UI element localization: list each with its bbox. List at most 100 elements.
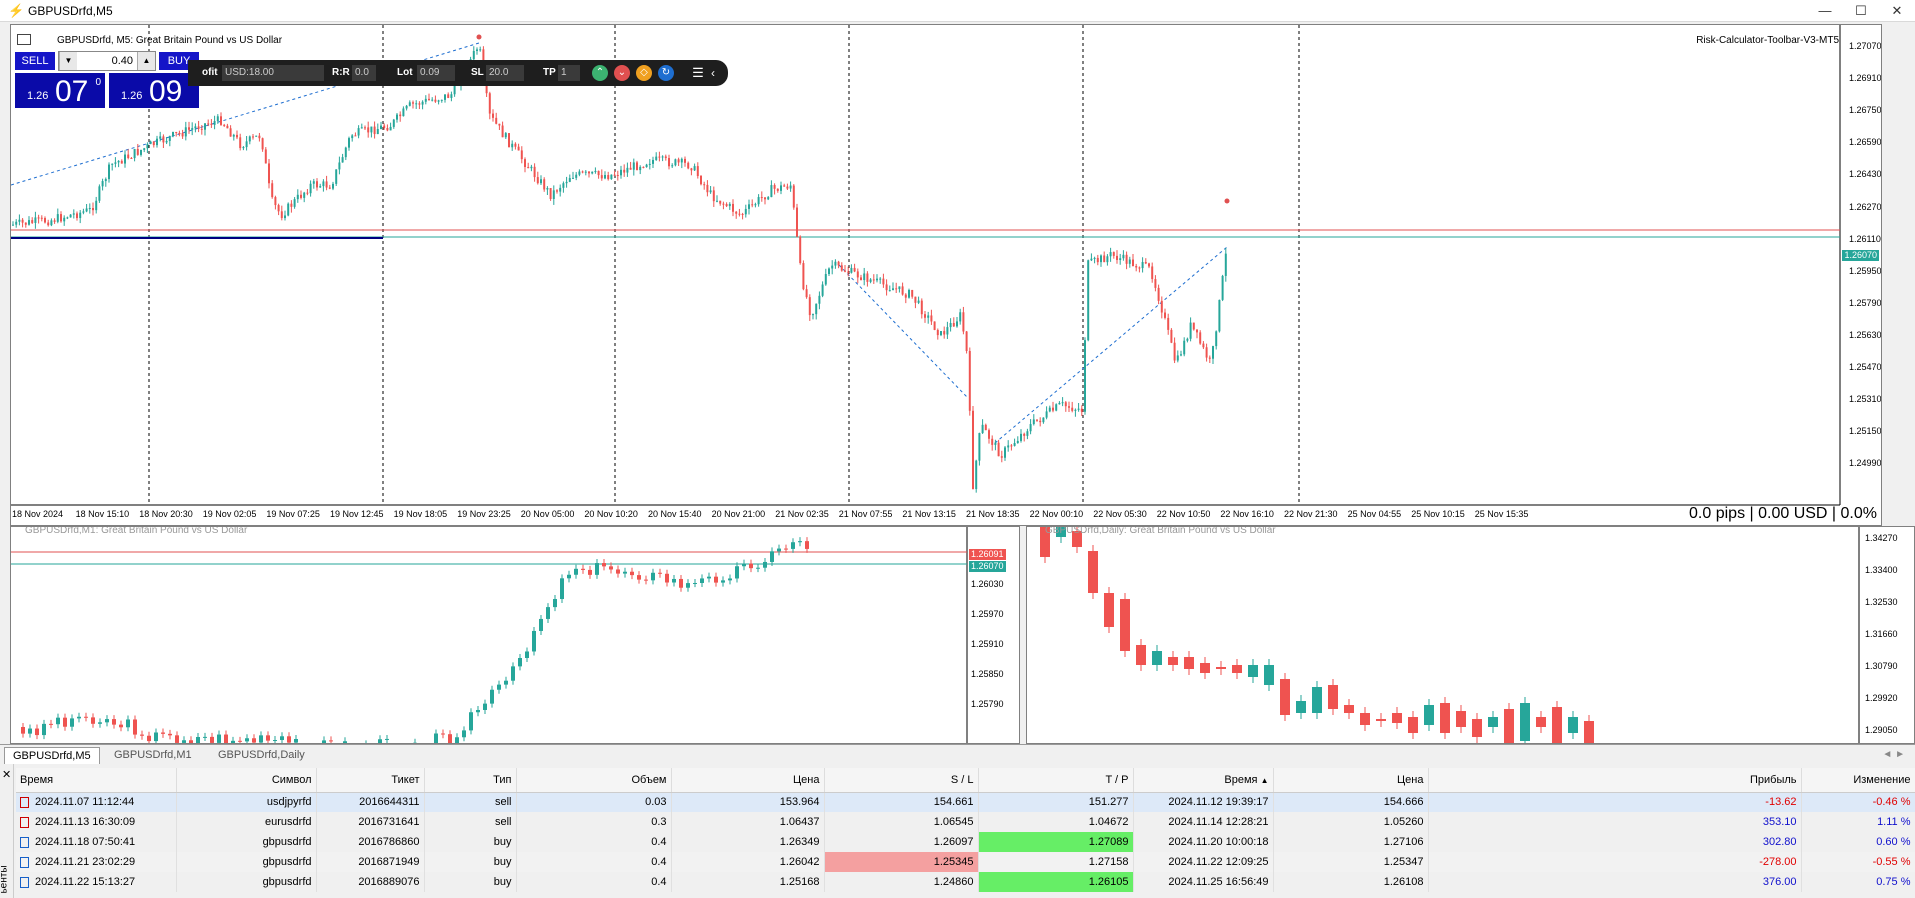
daily-chart-canvas[interactable] — [1027, 527, 1915, 744]
candle-body — [1184, 657, 1194, 669]
candle-body — [196, 737, 200, 743]
candle-body — [1167, 317, 1170, 330]
col-type[interactable]: Тип — [424, 768, 517, 793]
candle-body — [293, 199, 296, 207]
table-row[interactable]: 2024.11.22 15:13:27 gbpusdrfd 2016889076 bu… — [16, 872, 1915, 892]
candle-body — [1164, 312, 1166, 318]
time-axis-label: 25 Nov 04:55 — [1347, 509, 1402, 519]
candle-body — [47, 222, 50, 226]
tp-field[interactable]: 1 — [558, 65, 580, 81]
candle-body — [546, 187, 549, 190]
sell-arrow-icon[interactable]: ⌄ — [614, 65, 630, 81]
sl-field[interactable]: 20.0 — [486, 65, 524, 81]
minimize-button[interactable]: — — [1807, 0, 1843, 22]
rr-field[interactable]: 0.0 — [352, 65, 376, 81]
candle-body — [28, 220, 30, 225]
candle-body — [1122, 254, 1125, 259]
tab-gbpusd-m5[interactable]: GBPUSDrfd,M5 — [4, 747, 100, 764]
col-open-time[interactable]: Время — [16, 768, 177, 793]
candle-body — [764, 197, 766, 200]
cell-change: -0.55 % — [1801, 852, 1915, 872]
table-row[interactable]: 2024.11.18 07:50:41 gbpusdrfd 2016786860 bu… — [16, 832, 1915, 852]
table-row[interactable]: 2024.11.21 23:02:29 gbpusdrfd 2016871949 bu… — [16, 852, 1915, 872]
candle-body — [497, 684, 501, 690]
candle-body — [389, 126, 392, 131]
price-axis-label: 1.31660 — [1865, 629, 1898, 639]
candle-body — [335, 169, 338, 184]
tabs-scroll-arrows[interactable]: ◄ ► — [1882, 749, 1905, 760]
candle-body — [1168, 657, 1178, 665]
candle-body — [1200, 663, 1210, 673]
candle-body — [721, 580, 725, 583]
sell-button[interactable]: SELL — [14, 51, 56, 71]
table-row[interactable]: 2024.11.13 16:30:09 eurusdrfd 2016731641 se… — [16, 812, 1915, 832]
candle-body — [742, 563, 746, 567]
candle-body — [108, 164, 110, 180]
candle-body — [472, 50, 475, 60]
chevron-left-icon[interactable]: ‹ — [711, 65, 723, 81]
hamburger-icon[interactable]: ☰ — [690, 65, 706, 81]
candle-body — [895, 288, 898, 290]
table-row[interactable]: 2024.11.07 11:12:44 usdjpyrfd 2016644311 se… — [16, 792, 1915, 812]
candle-body — [637, 575, 641, 580]
candle-body — [828, 268, 830, 275]
candle-body — [476, 49, 478, 51]
col-price[interactable]: Цена — [671, 768, 825, 793]
candle-body — [1071, 407, 1074, 411]
main-chart-m5[interactable]: GBPUSDrfd, M5: Great Britain Pound vs US… — [10, 24, 1882, 526]
tab-gbpusd-m1[interactable]: GBPUSDrfd,M1 — [106, 747, 200, 764]
lot-field[interactable]: 0.09 — [417, 65, 455, 81]
candle-body — [1224, 253, 1227, 276]
m1-chart[interactable]: GBPUSDrfd,M1: Great Britain Pound vs US … — [10, 526, 1020, 744]
m1-chart-canvas[interactable] — [11, 527, 1020, 744]
candle-body — [271, 183, 274, 198]
time-axis-label: 19 Nov 23:25 — [457, 509, 511, 519]
col-tp[interactable]: T / P — [978, 768, 1134, 793]
cell-type: buy — [424, 872, 517, 892]
candle-body — [812, 314, 814, 316]
tab-gbpusd-daily[interactable]: GBPUSDrfd,Daily — [210, 747, 313, 764]
candle-body — [1088, 551, 1098, 593]
candle-body — [1138, 267, 1141, 269]
candle-body — [1160, 300, 1163, 313]
both-arrows-icon[interactable]: ◇ — [636, 65, 652, 81]
sell-price-box[interactable]: 1.26 07 0 — [14, 72, 106, 109]
candle-body — [543, 179, 546, 190]
main-chart-canvas[interactable] — [11, 25, 1882, 526]
col-volume[interactable]: Объем — [516, 768, 672, 793]
candle-body — [630, 571, 634, 576]
col-sl[interactable]: S / L — [824, 768, 979, 793]
candle-body — [161, 732, 165, 734]
close-button[interactable]: ✕ — [1879, 0, 1915, 22]
col-close-time[interactable]: Время ▲ — [1133, 768, 1274, 793]
candle-body — [1061, 402, 1064, 404]
candle-body — [126, 719, 130, 728]
buy-arrow-icon[interactable]: ⌃ — [592, 65, 608, 81]
buy-price-box[interactable]: 1.26 09 1 — [108, 72, 200, 109]
candle-body — [329, 740, 333, 742]
col-close-price[interactable]: Цена — [1273, 768, 1429, 793]
candle-body — [773, 185, 776, 189]
candle-body — [756, 567, 760, 569]
volume-dropdown-icon[interactable]: ▼ — [59, 52, 77, 70]
candle-body — [162, 136, 165, 143]
profit-field[interactable]: USD:18.00 — [222, 65, 324, 81]
m1-chart-title: GBPUSDrfd,M1: Great Britain Pound vs US … — [25, 526, 248, 536]
toolbox-close-icon[interactable]: ✕ — [2, 768, 11, 781]
sell-order-icon — [20, 796, 29, 808]
col-symbol[interactable]: Символ — [176, 768, 317, 793]
col-change[interactable]: Изменение — [1801, 768, 1915, 793]
candle-body — [991, 438, 994, 445]
cell-close-price: 154.666 — [1273, 792, 1429, 812]
col-ticket[interactable]: Тикет — [316, 768, 425, 793]
refresh-icon[interactable]: ↻ — [658, 65, 674, 81]
volume-up-icon[interactable]: ▲ — [137, 52, 155, 70]
maximize-button[interactable]: ☐ — [1843, 0, 1879, 22]
price-axis-label: 1.25790 — [1849, 297, 1882, 308]
daily-chart[interactable]: GBPUSDrfd,Daily: Great Britain Pound vs … — [1026, 526, 1915, 744]
candle-body — [1132, 259, 1134, 267]
candle-body — [98, 186, 101, 201]
time-axis-label: 21 Nov 02:35 — [775, 509, 829, 519]
volume-input[interactable]: ▼ 0.40 ▲ — [58, 51, 156, 71]
col-profit[interactable]: Прибыль — [1428, 768, 1802, 793]
